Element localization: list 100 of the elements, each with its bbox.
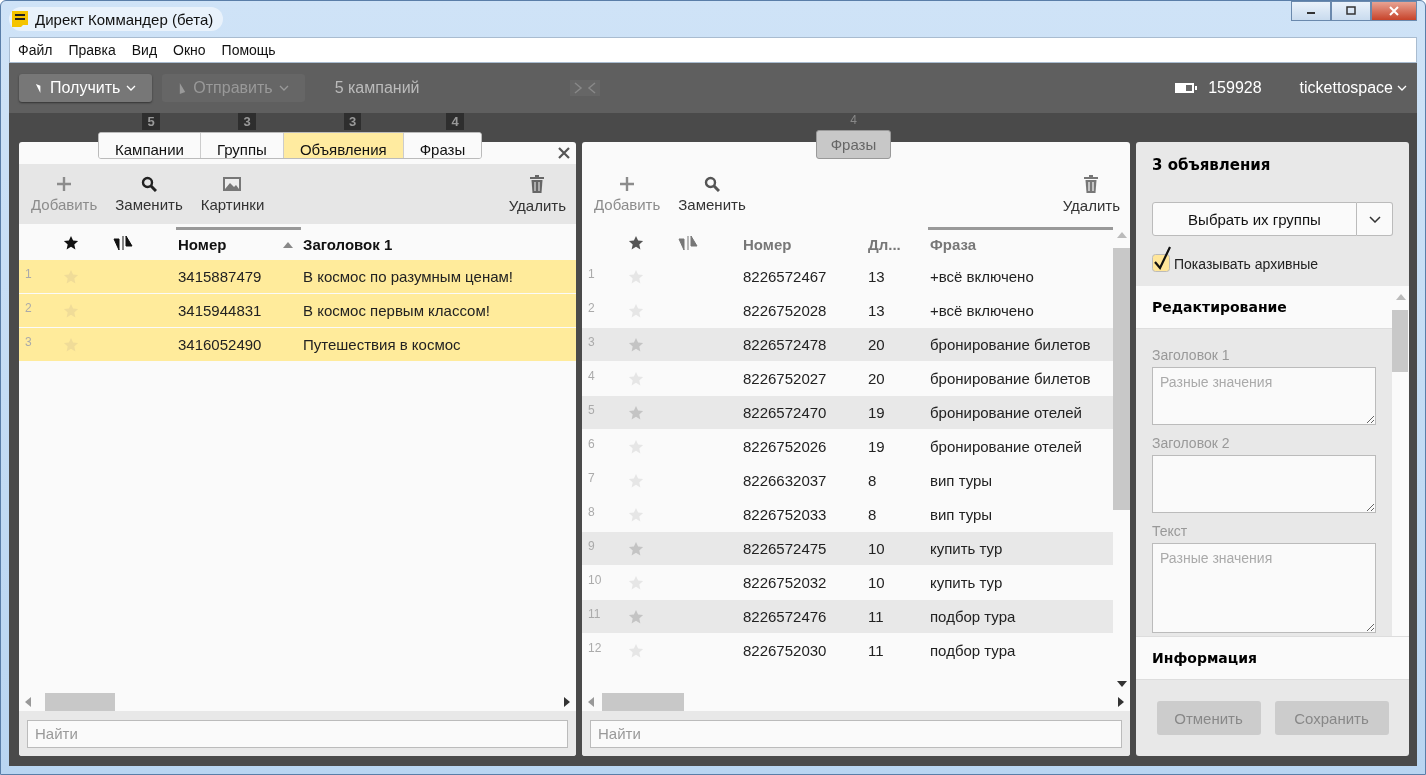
- scroll-right-icon[interactable]: [1118, 697, 1124, 707]
- table-row[interactable]: 1 8226572467 13 +всё включено: [582, 260, 1113, 294]
- column-header[interactable]: Фраза: [928, 227, 1113, 259]
- checkbox[interactable]: [1152, 246, 1172, 272]
- scrollbar-thumb[interactable]: [1392, 310, 1408, 372]
- table-row[interactable]: 11 8226572476 11 подбор тура: [582, 600, 1113, 634]
- table-cell-text: бронирование отелей: [929, 404, 1083, 421]
- collapse-arrows-icon: [573, 82, 596, 94]
- close-button[interactable]: [1371, 1, 1417, 21]
- row-number: 3: [24, 334, 33, 349]
- table-row[interactable]: 7 8226632037 8 вип туры: [582, 464, 1113, 498]
- tab-count: 4: [850, 113, 857, 127]
- section-title: Информация: [1152, 650, 1257, 666]
- row-number: 10: [587, 572, 603, 587]
- account-menu[interactable]: tickettospace: [1299, 79, 1407, 97]
- star-column-icon[interactable]: [63, 235, 79, 251]
- star-icon[interactable]: [628, 608, 644, 625]
- table-cell-text: Путешествия в космос: [302, 336, 462, 353]
- table-cell-text: 8226752030: [742, 642, 828, 659]
- column-header[interactable]: Дл...: [866, 227, 928, 259]
- caret-icon: [126, 85, 137, 91]
- choose-groups-button[interactable]: Выбрать их группы: [1152, 202, 1357, 236]
- table-row[interactable]: 12 8226752030 11 подбор тура: [582, 634, 1113, 668]
- table-cell-text: 8226752027: [742, 370, 828, 387]
- scrollbar-thumb[interactable]: [1113, 248, 1130, 510]
- scroll-up-icon[interactable]: [1395, 294, 1406, 300]
- table-cell-text: 8226752032: [742, 574, 828, 591]
- caret-icon: [1397, 85, 1407, 91]
- scrollbar-thumb[interactable]: [602, 693, 684, 711]
- maximize-button[interactable]: [1331, 1, 1371, 21]
- text-area[interactable]: [1152, 455, 1376, 513]
- action-button[interactable]: Картинки: [198, 175, 267, 213]
- table-cell-text: бронирование билетов: [929, 336, 1092, 353]
- menu-item[interactable]: Вид: [131, 42, 158, 58]
- table-cell-text: 10: [867, 540, 886, 557]
- row-number: 6: [587, 436, 596, 451]
- menu-item[interactable]: Правка: [68, 42, 116, 58]
- table-cell-text: 8226752033: [742, 506, 828, 523]
- table-row[interactable]: 6 8226752026 19 бронирование отелей: [582, 430, 1113, 464]
- image-icon: [222, 175, 243, 192]
- table-row[interactable]: 1 3415887479 В космос по разумным ценам!: [19, 260, 576, 294]
- table-cell-text: 8226572475: [742, 540, 828, 557]
- table-cell-text: 11: [867, 608, 885, 625]
- menu-item[interactable]: Файл: [18, 42, 53, 58]
- table-cell-text: 19: [867, 438, 886, 455]
- menu-item[interactable]: Окно: [173, 42, 206, 58]
- menu-item[interactable]: Помощь: [221, 42, 276, 58]
- table-row[interactable]: 2 3415944831 В космос первым классом!: [19, 294, 576, 328]
- row-number: 3: [587, 334, 596, 349]
- table-cell-text: купить тур: [929, 574, 1004, 591]
- action-button[interactable]: Заменить: [676, 175, 748, 213]
- table-cell-text: 8226572478: [742, 336, 828, 353]
- scroll-left-icon[interactable]: [25, 697, 31, 707]
- action-button[interactable]: Удалить: [506, 174, 568, 214]
- table-cell-text: 20: [867, 370, 886, 387]
- star-icon[interactable]: [628, 336, 644, 353]
- minimize-button[interactable]: [1291, 1, 1331, 21]
- collapse-button[interactable]: [569, 80, 600, 96]
- table-cell-text: 3416052490: [177, 336, 263, 353]
- tab-count-badge: 3: [343, 113, 362, 130]
- tab[interactable]: Кампании: [99, 133, 201, 158]
- scroll-down-icon[interactable]: [1116, 681, 1127, 687]
- scroll-left-icon[interactable]: [588, 697, 594, 707]
- table-cell-text: 3415887479: [177, 268, 263, 285]
- dropdown-button[interactable]: [1357, 202, 1393, 236]
- action-button[interactable]: Заменить: [113, 175, 185, 213]
- tab[interactable]: Объявления: [283, 133, 404, 158]
- campaign-count: 5 кампаний: [334, 79, 420, 97]
- search-icon: [141, 175, 157, 192]
- search-field[interactable]: Найти: [27, 719, 568, 748]
- search-field[interactable]: Найти: [590, 719, 1122, 748]
- table-row[interactable]: 5 8226572470 19 бронирование отелей: [582, 396, 1113, 430]
- close-panel-button[interactable]: [558, 147, 570, 159]
- star-icon[interactable]: [628, 404, 644, 421]
- tab-count-badge: 3: [238, 113, 256, 130]
- window-title: Директ Коммандер (бета): [35, 10, 214, 28]
- table-cell-text: 19: [867, 404, 886, 421]
- scrollbar-thumb[interactable]: [45, 693, 115, 711]
- row-number: 1: [24, 266, 33, 281]
- table-cell-text: 10: [867, 574, 886, 591]
- table-row[interactable]: 9 8226572475 10 купить тур: [582, 532, 1113, 566]
- table-row[interactable]: 3 3416052490 Путешествия в космос: [19, 328, 576, 362]
- scroll-up-icon[interactable]: [1116, 232, 1127, 238]
- app-logo-icon: [11, 10, 29, 28]
- text-area[interactable]: Разные значения: [1152, 543, 1376, 633]
- split-column-icon[interactable]: [113, 235, 133, 251]
- row-number: 9: [587, 538, 596, 553]
- scroll-right-icon[interactable]: [564, 697, 570, 707]
- star-icon[interactable]: [628, 540, 644, 557]
- get-button[interactable]: Получить: [19, 74, 153, 102]
- text-area[interactable]: Разные значения: [1152, 367, 1376, 425]
- action-button[interactable]: Удалить: [1060, 174, 1122, 214]
- column-header[interactable]: Номер: [741, 227, 866, 259]
- checkbox-label: Показывать архивные: [1174, 256, 1318, 272]
- panel-title: 3 объявления: [1151, 155, 1272, 174]
- star-column-icon[interactable]: [628, 235, 644, 251]
- table-cell-text: бронирование билетов: [929, 370, 1092, 387]
- column-header[interactable]: Заголовок 1: [301, 227, 576, 259]
- table-cell-text: 20: [867, 336, 886, 353]
- table-row[interactable]: 3 8226572478 20 бронирование билетов: [582, 328, 1113, 362]
